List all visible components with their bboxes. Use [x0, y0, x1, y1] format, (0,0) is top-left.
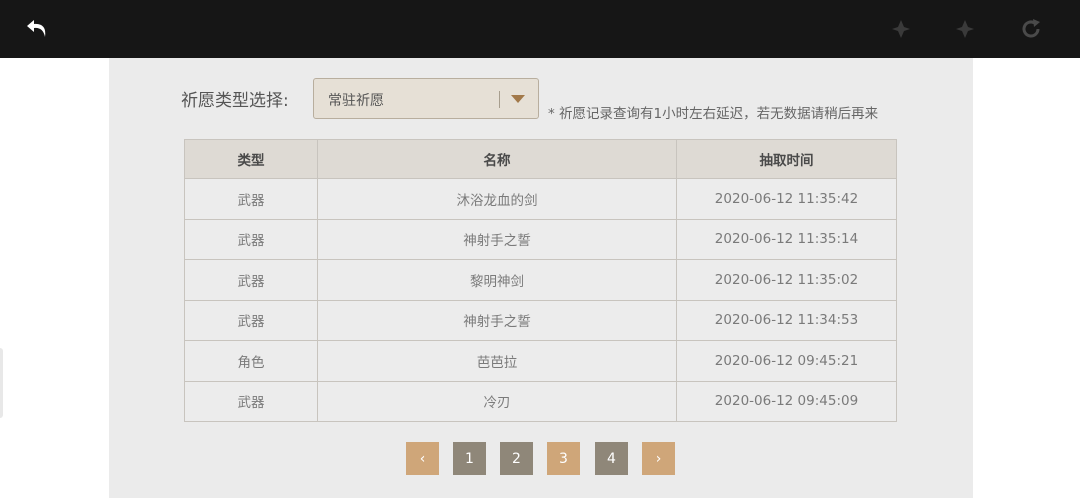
- cell-time: 2020-06-12 09:45:09: [676, 380, 897, 422]
- cell-time: 2020-06-12 11:35:42: [676, 178, 897, 220]
- page-button-2[interactable]: 2: [500, 442, 533, 475]
- back-arrow-icon: [27, 20, 46, 37]
- table-header-row: 类型 名称 抽取时间: [184, 139, 897, 179]
- table-row: 武器 冷刃 2020-06-12 09:45:09: [184, 380, 897, 422]
- cell-name: 沐浴龙血的剑: [317, 178, 677, 220]
- side-drawer-handle[interactable]: [0, 348, 3, 418]
- cell-time: 2020-06-12 11:35:02: [676, 259, 897, 301]
- page-button-3[interactable]: 3: [547, 442, 580, 475]
- back-button[interactable]: [22, 14, 52, 44]
- cell-name: 神射手之誓: [317, 299, 677, 341]
- table-row: 角色 芭芭拉 2020-06-12 09:45:21: [184, 340, 897, 382]
- table-row: 武器 沐浴龙血的剑 2020-06-12 11:35:42: [184, 178, 897, 220]
- table-row: 武器 神射手之誓 2020-06-12 11:35:14: [184, 218, 897, 260]
- cell-time: 2020-06-12 09:45:21: [676, 340, 897, 382]
- cell-name: 芭芭拉: [317, 340, 677, 382]
- cell-type: 武器: [184, 299, 318, 341]
- chevron-down-icon: [511, 95, 525, 103]
- wish-type-select[interactable]: 常驻祈愿: [313, 78, 539, 119]
- page-button-1[interactable]: 1: [453, 442, 486, 475]
- column-header-time: 抽取时间: [676, 139, 897, 179]
- forward-button[interactable]: [886, 14, 916, 44]
- forward-icon: [892, 20, 910, 38]
- page-button-4[interactable]: 4: [595, 442, 628, 475]
- cell-name: 冷刃: [317, 380, 677, 422]
- table-row: 武器 黎明神剑 2020-06-12 11:35:02: [184, 259, 897, 301]
- cell-type: 角色: [184, 340, 318, 382]
- top-toolbar: [0, 0, 1080, 58]
- delay-notice: * 祈愿记录查询有1小时左右延迟，若无数据请稍后再来: [548, 106, 879, 122]
- table-row: 武器 神射手之誓 2020-06-12 11:34:53: [184, 299, 897, 341]
- cell-type: 武器: [184, 259, 318, 301]
- prev-page-button[interactable]: ‹: [406, 442, 439, 475]
- forward-button-2[interactable]: [950, 14, 980, 44]
- column-header-name: 名称: [317, 139, 677, 179]
- selected-wish-type: 常驻祈愿: [328, 93, 384, 109]
- cell-type: 武器: [184, 218, 318, 260]
- cell-time: 2020-06-12 11:34:53: [676, 299, 897, 341]
- next-page-button[interactable]: ›: [642, 442, 675, 475]
- cell-time: 2020-06-12 11:35:14: [676, 218, 897, 260]
- reload-button[interactable]: [1016, 14, 1046, 44]
- column-header-type: 类型: [184, 139, 318, 179]
- wish-records-table: 类型 名称 抽取时间 武器 沐浴龙血的剑 2020-06-12 11:35:42…: [184, 139, 897, 422]
- cell-name: 神射手之誓: [317, 218, 677, 260]
- cell-type: 武器: [184, 178, 318, 220]
- forward-icon: [956, 20, 974, 38]
- reload-icon: [1022, 19, 1040, 38]
- cell-name: 黎明神剑: [317, 259, 677, 301]
- select-divider: [499, 91, 500, 108]
- cell-type: 武器: [184, 380, 318, 422]
- filter-label: 祈愿类型选择:: [181, 91, 289, 111]
- wish-history-panel: 祈愿类型选择: 常驻祈愿 * 祈愿记录查询有1小时左右延迟，若无数据请稍后再来 …: [109, 58, 973, 498]
